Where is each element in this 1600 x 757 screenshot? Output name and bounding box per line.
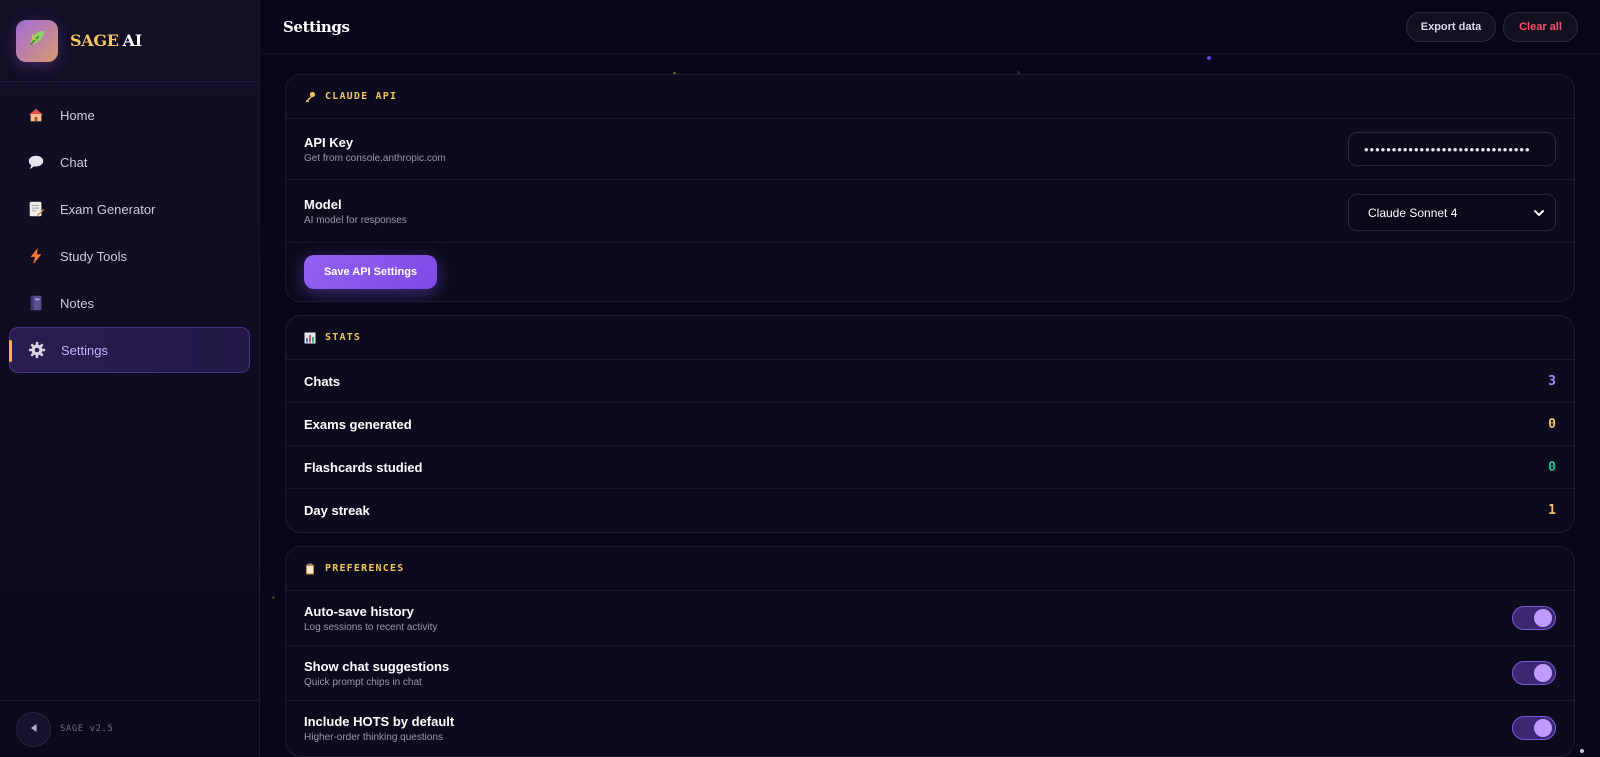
preferences-card: PREFERENCES Auto-save history Log sessio…	[285, 546, 1575, 757]
sidebar-footer: SAGE v2.5	[0, 700, 260, 757]
claude-api-card: CLAUDE API API Key Get from console.anth…	[285, 74, 1575, 302]
chat-suggestions-toggle[interactable]	[1512, 661, 1556, 685]
bar-chart-icon	[304, 332, 316, 344]
stat-row-streak: Day streak 1	[286, 489, 1574, 532]
sidebar-item-label: Study Tools	[60, 248, 127, 264]
logo[interactable]	[16, 19, 58, 62]
toggle-knob	[1534, 719, 1552, 737]
sidebar-item-settings[interactable]: Settings	[9, 327, 250, 373]
stat-value: 0	[1548, 416, 1556, 432]
auto-save-toggle[interactable]	[1512, 606, 1556, 630]
pref-subtitle: Quick prompt chips in chat	[304, 676, 422, 688]
model-row: Model AI model for responses Claude Sonn…	[286, 180, 1574, 243]
sidebar-item-notes[interactable]: Notes	[9, 280, 250, 326]
sidebar-item-label: Settings	[61, 342, 108, 358]
api-key-input[interactable]: ••••••••••••••••••••••••••••••	[1348, 132, 1556, 166]
brand-name-ai: AI	[122, 31, 143, 50]
pref-row-include-hots: Include HOTS by default Higher-order thi…	[286, 701, 1574, 756]
stat-label: Exams generated	[304, 416, 412, 432]
leaf-icon	[26, 27, 48, 54]
clipboard-icon	[304, 563, 316, 575]
stat-value: 3	[1548, 373, 1556, 389]
topbar: Settings Export data Clear all	[261, 0, 1600, 54]
sidebar-item-label: Exam Generator	[60, 201, 156, 217]
stat-row-chats: Chats 3	[286, 360, 1574, 403]
api-key-label-group: API Key Get from console.anthropic.com	[304, 135, 446, 164]
brand: SAGE AI	[0, 0, 259, 82]
pref-row-auto-save: Auto-save history Log sessions to recent…	[286, 591, 1574, 646]
toggle-knob	[1534, 664, 1552, 682]
stat-label: Day streak	[304, 503, 370, 518]
card-header: STATS	[286, 316, 1574, 360]
model-label: Model	[304, 196, 342, 212]
save-api-settings-button[interactable]: Save API Settings	[304, 255, 437, 289]
document-icon	[27, 200, 45, 218]
house-icon	[27, 106, 45, 124]
stats-card: STATS Chats 3 Exams generated 0 Flashcar…	[285, 315, 1575, 533]
brand-name-sage: SAGE	[70, 31, 119, 50]
save-row: Save API Settings	[286, 243, 1574, 301]
collapse-sidebar-button[interactable]	[16, 711, 51, 747]
stat-value: 0	[1548, 459, 1556, 475]
key-icon	[304, 91, 316, 103]
pref-subtitle: Higher-order thinking questions	[304, 732, 443, 743]
api-key-row: API Key Get from console.anthropic.com •…	[286, 119, 1574, 180]
card-title: PREFERENCES	[325, 563, 405, 574]
stat-label: Flashcards studied	[304, 459, 423, 475]
brand-name: SAGE AI	[70, 31, 142, 50]
pref-label-group: Include HOTS by default Higher-order thi…	[304, 714, 454, 743]
pref-title: Auto-save history	[304, 603, 414, 619]
clear-all-button[interactable]: Clear all	[1503, 12, 1578, 42]
model-select[interactable]: Claude Sonnet 4	[1348, 194, 1556, 231]
sidebar-item-exam-generator[interactable]: Exam Generator	[9, 186, 250, 232]
pref-label-group: Auto-save history Log sessions to recent…	[304, 604, 437, 633]
gear-icon	[28, 341, 46, 359]
lightning-icon	[27, 247, 45, 265]
page-title: Settings	[283, 18, 350, 36]
triangle-left-icon	[29, 720, 39, 738]
model-label-group: Model AI model for responses	[304, 197, 407, 226]
card-title: STATS	[325, 332, 362, 343]
model-select-value: Claude Sonnet 4	[1368, 205, 1458, 220]
pref-title: Include HOTS by default	[304, 714, 455, 729]
export-data-button[interactable]: Export data	[1406, 12, 1496, 42]
sidebar-item-home[interactable]: Home	[9, 92, 250, 138]
notebook-icon	[27, 294, 45, 312]
toggle-knob	[1534, 609, 1552, 627]
include-hots-toggle[interactable]	[1512, 716, 1556, 740]
stat-value: 1	[1548, 503, 1556, 518]
stat-label: Chats	[304, 373, 341, 389]
pref-title: Show chat suggestions	[304, 658, 450, 674]
sidebar-item-study-tools[interactable]: Study Tools	[9, 233, 250, 279]
api-key-hint: Get from console.anthropic.com	[304, 152, 446, 164]
model-hint: AI model for responses	[304, 214, 407, 226]
card-header: PREFERENCES	[286, 547, 1574, 591]
sidebar-item-label: Home	[60, 107, 95, 123]
stat-row-exams: Exams generated 0	[286, 403, 1574, 446]
chevron-down-icon	[1533, 207, 1545, 222]
sidebar-nav: Home Chat Exam Generator Study Tools Not…	[0, 82, 259, 373]
sidebar-item-label: Chat	[60, 154, 88, 170]
pref-subtitle: Log sessions to recent activity	[304, 621, 438, 633]
sidebar-item-label: Notes	[60, 295, 94, 311]
stat-row-flashcards: Flashcards studied 0	[286, 446, 1574, 489]
pref-label-group: Show chat suggestions Quick prompt chips…	[304, 659, 449, 688]
app-version: SAGE v2.5	[60, 724, 114, 734]
sidebar: SAGE AI Home Chat Exam Generator Study T…	[0, 0, 260, 757]
sidebar-item-chat[interactable]: Chat	[9, 139, 250, 185]
api-key-label: API Key	[304, 134, 354, 150]
card-title: CLAUDE API	[325, 91, 398, 102]
card-header: CLAUDE API	[286, 75, 1574, 119]
speech-bubble-icon	[27, 153, 45, 171]
pref-row-chat-suggestions: Show chat suggestions Quick prompt chips…	[286, 646, 1574, 701]
settings-content: CLAUDE API API Key Get from console.anth…	[285, 74, 1575, 757]
